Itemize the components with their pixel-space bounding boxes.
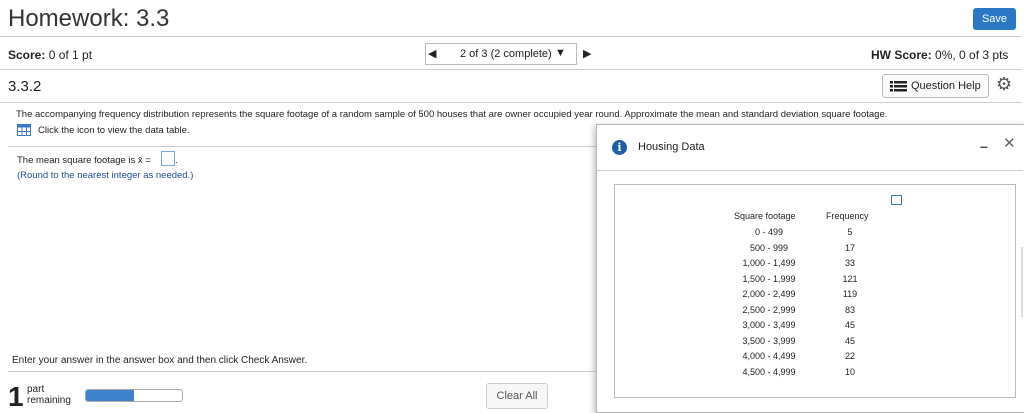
table-cell-frequency: 17 bbox=[844, 242, 855, 253]
column-header-frequency: Frequency bbox=[826, 211, 869, 221]
previous-question-icon[interactable]: ◀ bbox=[428, 47, 436, 60]
table-cell-frequency: 119 bbox=[842, 289, 858, 299]
score-label: Score: bbox=[8, 48, 46, 62]
table-cell-range: 1,000 - 1,499 bbox=[742, 258, 796, 268]
question-prompt: The accompanying frequency distribution … bbox=[16, 109, 888, 120]
data-table-panel bbox=[614, 184, 1016, 398]
column-header-square-footage: Square footage bbox=[734, 211, 796, 221]
table-cell-range: 0 - 499 bbox=[754, 227, 784, 237]
question-position: 2 of 3 (2 complete) bbox=[460, 48, 552, 60]
score: Score: 0 of 1 pt bbox=[8, 48, 92, 62]
table-cell-frequency: 5 bbox=[847, 227, 853, 237]
table-cell-frequency: 10 bbox=[844, 366, 855, 377]
table-cell-range: 3,500 - 3,999 bbox=[742, 335, 796, 346]
table-cell-range: 4,500 - 4,999 bbox=[742, 366, 796, 377]
dialog-title: Housing Data bbox=[638, 141, 705, 153]
table-cell-range: 4,000 - 4,499 bbox=[742, 351, 796, 361]
mean-label: The mean square footage is x̄ = bbox=[17, 155, 151, 166]
progress-fill bbox=[86, 390, 134, 401]
table-cell-range: 500 - 999 bbox=[749, 242, 789, 253]
score-value: 0 of 1 pt bbox=[48, 48, 93, 62]
copy-icon[interactable] bbox=[891, 195, 902, 205]
table-cell-frequency: 33 bbox=[844, 258, 855, 268]
question-help-button[interactable]: Question Help bbox=[882, 74, 989, 98]
minimize-icon[interactable]: – bbox=[980, 138, 988, 154]
table-icon[interactable] bbox=[17, 124, 31, 136]
question-number: 3.3.2 bbox=[8, 78, 42, 95]
close-icon[interactable]: ✕ bbox=[1003, 134, 1016, 152]
parts-remaining: part remaining bbox=[27, 384, 71, 406]
table-cell-range: 3,000 - 3,499 bbox=[742, 320, 796, 330]
scrollbar[interactable] bbox=[1021, 247, 1023, 317]
table-cell-range: 2,500 - 2,999 bbox=[742, 304, 796, 315]
table-cell-frequency: 22 bbox=[844, 351, 855, 361]
hw-score-label: HW Score: bbox=[871, 48, 932, 62]
page-title: Homework: 3.3 bbox=[8, 5, 170, 32]
hw-score: HW Score: 0%, 0 of 3 pts bbox=[871, 48, 1008, 62]
rounding-note: (Round to the nearest integer as needed.… bbox=[17, 170, 194, 181]
list-icon bbox=[890, 81, 907, 92]
clear-all-button[interactable]: Clear All bbox=[486, 383, 548, 409]
table-cell-frequency: 121 bbox=[842, 273, 858, 284]
gear-icon[interactable]: ⚙ bbox=[996, 74, 1012, 95]
next-question-icon[interactable]: ▶ bbox=[583, 47, 591, 60]
info-icon: i bbox=[612, 140, 627, 155]
mean-suffix: . bbox=[175, 155, 178, 166]
question-help-label: Question Help bbox=[911, 80, 981, 92]
table-cell-range: 2,000 - 2,499 bbox=[742, 289, 796, 299]
hw-score-value: 0%, 0 of 3 pts bbox=[935, 48, 1009, 62]
question-bar bbox=[0, 70, 1022, 103]
table-cell-frequency: 83 bbox=[844, 304, 855, 315]
parts-text-2: remaining bbox=[27, 395, 71, 406]
parts-text-1: part bbox=[27, 384, 45, 395]
table-cell-range: 1,500 - 1,999 bbox=[742, 273, 796, 284]
divider bbox=[8, 146, 598, 147]
save-button[interactable]: Save bbox=[973, 8, 1016, 30]
dialog-divider bbox=[597, 170, 1023, 171]
parts-count: 1 bbox=[8, 381, 24, 412]
progress-bar bbox=[85, 389, 183, 402]
data-table-link[interactable]: Click the icon to view the data table. bbox=[38, 125, 190, 136]
table-cell-frequency: 45 bbox=[844, 320, 855, 330]
chevron-down-icon[interactable]: ▼ bbox=[555, 47, 566, 59]
mean-answer-input[interactable] bbox=[161, 151, 175, 166]
table-cell-frequency: 45 bbox=[844, 335, 855, 346]
footer-divider bbox=[8, 371, 598, 372]
instructions: Enter your answer in the answer box and … bbox=[12, 355, 308, 366]
